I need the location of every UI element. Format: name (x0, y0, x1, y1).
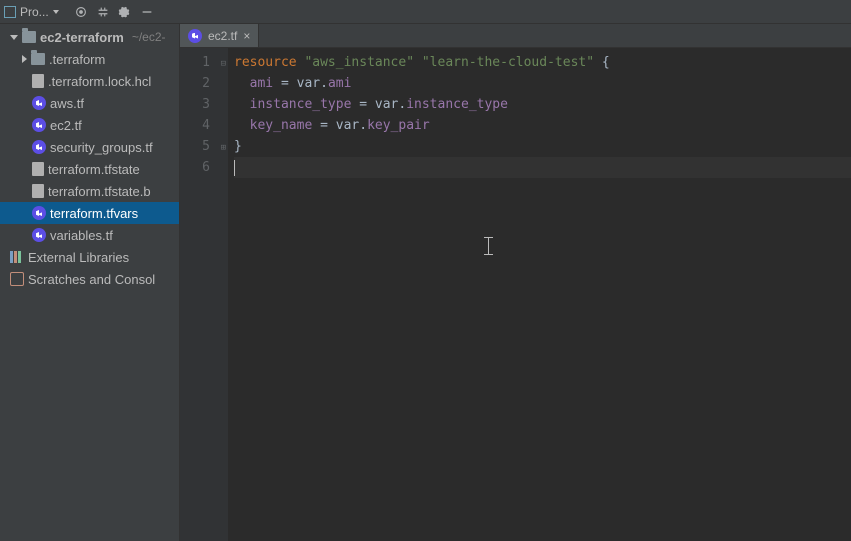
editor-tabs: ec2.tf × (180, 24, 851, 48)
terraform-icon (32, 228, 46, 242)
code-line: resource "aws_instance" "learn-the-cloud… (234, 52, 851, 73)
tree-item-label: aws.tf (50, 96, 84, 111)
tree-root-path: ~/ec2- (132, 30, 166, 44)
line-number: 4 (180, 115, 210, 136)
select-open-file-icon[interactable] (73, 4, 89, 20)
code-editor[interactable]: 1 2 3 4 5 6 ⊟ ⊞ resource "aws_instance" … (180, 48, 851, 541)
text-caret (234, 160, 235, 176)
expand-all-icon[interactable] (95, 4, 111, 20)
close-icon[interactable]: × (243, 29, 250, 43)
hide-icon[interactable] (139, 4, 155, 20)
gear-icon[interactable] (117, 4, 133, 20)
tree-item-tfstate[interactable]: terraform.tfstate (0, 158, 179, 180)
code-line: key_name = var.key_pair (234, 115, 851, 136)
tree-item-label: terraform.tfvars (50, 206, 138, 221)
terraform-icon (32, 140, 46, 154)
tree-item-label: .terraform.lock.hcl (48, 74, 151, 89)
tree-item-label: terraform.tfstate (48, 162, 140, 177)
code-line: instance_type = var.instance_type (234, 94, 851, 115)
tab-ec2[interactable]: ec2.tf × (180, 24, 259, 47)
folder-icon (31, 53, 45, 65)
tab-label: ec2.tf (208, 29, 237, 43)
file-icon (32, 74, 44, 88)
tree-root-label: ec2-terraform (40, 30, 124, 45)
fold-start-icon[interactable]: ⊟ (216, 54, 226, 64)
project-label: Pro... (20, 5, 49, 19)
tree-item-secgroups[interactable]: security_groups.tf (0, 136, 179, 158)
terraform-icon (32, 118, 46, 132)
tree-external-libraries[interactable]: External Libraries (0, 246, 179, 268)
project-toolbar: Pro... (0, 0, 851, 24)
ibeam-cursor-icon (482, 237, 496, 255)
tree-item-terraform-dir[interactable]: .terraform (0, 48, 179, 70)
folder-icon (22, 31, 36, 43)
code-content[interactable]: resource "aws_instance" "learn-the-cloud… (228, 48, 851, 541)
chevron-down-icon (53, 10, 59, 14)
terraform-icon (32, 206, 46, 220)
file-icon (32, 162, 44, 176)
project-tree: ec2-terraform ~/ec2- .terraform .terrafo… (0, 24, 180, 541)
editor-area: ec2.tf × 1 2 3 4 5 6 ⊟ ⊞ resource "aws_i… (180, 24, 851, 541)
project-view-icon (4, 6, 16, 18)
scratch-icon (10, 272, 24, 286)
line-number: 6 (180, 157, 210, 178)
tree-item-label: terraform.tfstate.b (48, 184, 151, 199)
line-number: 5 (180, 136, 210, 157)
line-number: 3 (180, 94, 210, 115)
line-number: 2 (180, 73, 210, 94)
tree-item-tfstate-backup[interactable]: terraform.tfstate.b (0, 180, 179, 202)
tree-item-label: security_groups.tf (50, 140, 153, 155)
tree-item-ec2[interactable]: ec2.tf (0, 114, 179, 136)
terraform-icon (188, 29, 202, 43)
file-icon (32, 184, 44, 198)
chevron-down-icon (10, 35, 18, 40)
code-line: ami = var.ami (234, 73, 851, 94)
tree-item-label: ec2.tf (50, 118, 82, 133)
terraform-icon (32, 96, 46, 110)
chevron-right-icon (22, 55, 27, 63)
tree-item-label: .terraform (49, 52, 105, 67)
tree-scratches[interactable]: Scratches and Consol (0, 268, 179, 290)
project-tool-tab[interactable]: Pro... (4, 5, 59, 19)
code-line: } (234, 136, 851, 157)
tree-item-label: variables.tf (50, 228, 113, 243)
tree-item-label: Scratches and Consol (28, 272, 155, 287)
fold-end-icon[interactable]: ⊞ (216, 138, 226, 148)
code-line-current (234, 157, 851, 178)
tree-item-tfvars[interactable]: terraform.tfvars (0, 202, 179, 224)
tree-item-lock[interactable]: .terraform.lock.hcl (0, 70, 179, 92)
tree-item-label: External Libraries (28, 250, 129, 265)
library-icon (10, 251, 24, 263)
line-gutter: 1 2 3 4 5 6 ⊟ ⊞ (180, 48, 228, 541)
tree-item-variables[interactable]: variables.tf (0, 224, 179, 246)
line-number: 1 (180, 52, 210, 73)
tree-root[interactable]: ec2-terraform ~/ec2- (0, 26, 179, 48)
main-area: ec2-terraform ~/ec2- .terraform .terrafo… (0, 24, 851, 541)
tree-item-aws[interactable]: aws.tf (0, 92, 179, 114)
